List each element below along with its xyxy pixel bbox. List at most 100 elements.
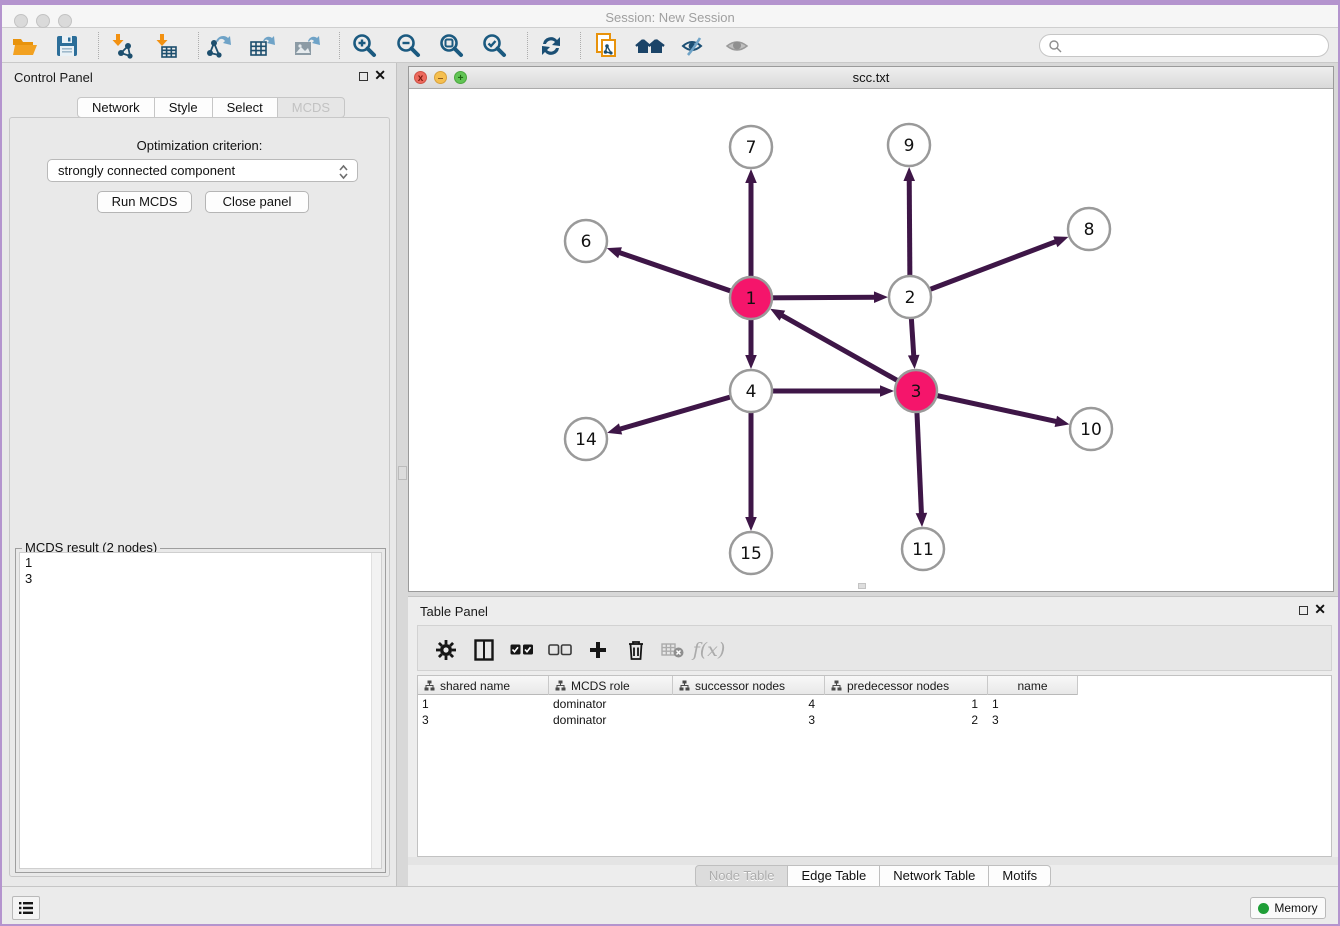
column-header-name[interactable]: name <box>988 676 1078 695</box>
chevron-updown-icon <box>338 163 349 187</box>
hide-selected-button[interactable] <box>675 31 713 61</box>
zoom-out-icon <box>395 33 421 59</box>
zoom-fit-icon <box>438 33 464 59</box>
column-type-icon <box>679 680 690 691</box>
function-builder-button-disabled: f(x) <box>694 637 724 663</box>
canvas-resize-pip[interactable] <box>858 583 866 589</box>
clone-network-icon <box>594 32 620 60</box>
tab-style[interactable]: Style <box>155 97 213 118</box>
add-column-button[interactable] <box>583 637 613 663</box>
list-icon <box>18 901 34 915</box>
edge-2-8[interactable] <box>910 241 1057 297</box>
export-image-button[interactable] <box>288 31 326 61</box>
edge-3-1[interactable] <box>781 315 916 391</box>
column-header-predecessor-nodes[interactable]: predecessor nodes <box>825 676 988 695</box>
import-table-button[interactable] <box>147 31 185 61</box>
close-panel-icon[interactable]: ✕ <box>1314 601 1326 618</box>
refresh-styles-button[interactable] <box>532 31 570 61</box>
main-toolbar <box>2 28 1338 63</box>
float-panel-icon[interactable] <box>1299 606 1308 615</box>
split-columns-icon <box>474 639 494 661</box>
gear-icon <box>436 640 456 660</box>
mcds-result-text[interactable]: 13 <box>19 552 382 869</box>
open-session-button[interactable] <box>6 31 44 61</box>
window-title: Session: New Session <box>2 10 1338 25</box>
memory-label: Memory <box>1274 901 1317 915</box>
zoom-selected-button[interactable] <box>475 31 513 61</box>
network-canvas[interactable]: 1234678910111415 <box>409 89 1333 591</box>
criterion-select[interactable]: strongly connected component <box>47 159 358 182</box>
run-mcds-button[interactable]: Run MCDS <box>97 191 192 213</box>
import-table-icon <box>153 33 179 59</box>
cell-shared-name: 3 <box>418 712 549 728</box>
import-network-button[interactable] <box>103 31 141 61</box>
column-header-MCDS-role[interactable]: MCDS role <box>549 676 673 695</box>
column-type-icon <box>555 680 566 691</box>
refresh-icon <box>538 33 564 59</box>
tab-mcds[interactable]: MCDS <box>278 97 345 118</box>
float-panel-icon[interactable] <box>359 72 368 81</box>
table-body: 1dominator4113dominator323 <box>418 696 1331 728</box>
delete-column-button[interactable] <box>621 637 651 663</box>
column-header-shared-name[interactable]: shared name <box>418 676 549 695</box>
export-network-button[interactable] <box>201 31 239 61</box>
zoom-out-button[interactable] <box>389 31 427 61</box>
zoom-fit-button[interactable] <box>432 31 470 61</box>
column-header-label: predecessor nodes <box>847 679 949 693</box>
column-type-icon <box>424 680 435 691</box>
column-panel-button[interactable] <box>469 637 499 663</box>
table-row[interactable]: 1dominator411 <box>418 696 1331 712</box>
tab-network[interactable]: Network <box>77 97 155 118</box>
workspace: Control Panel ✕ NetworkStyleSelectMCDS O… <box>2 63 1338 886</box>
close-panel-button[interactable]: Close panel <box>205 191 309 213</box>
arrowhead-icon <box>874 291 888 303</box>
control-panel-title: Control Panel <box>14 70 93 85</box>
unchecked-boxes-icon <box>548 644 572 656</box>
arrowhead-icon <box>903 167 915 181</box>
clone-network-button[interactable] <box>588 31 626 61</box>
cell-MCDS-role: dominator <box>549 712 673 728</box>
save-session-button[interactable] <box>48 31 86 61</box>
cell-predecessor-nodes: 1 <box>825 696 988 712</box>
node-label-15: 15 <box>740 544 762 564</box>
cell-name: 1 <box>988 696 1078 712</box>
cell-name: 3 <box>988 712 1078 728</box>
task-history-button[interactable] <box>12 896 40 920</box>
close-panel-icon[interactable]: ✕ <box>374 67 386 84</box>
arrowhead-icon <box>745 355 757 369</box>
column-header-label: shared name <box>440 679 510 693</box>
network-view-window: x – + scc.txt 1234678910111415 <box>408 66 1334 592</box>
panel-splitter-handle[interactable] <box>398 466 407 480</box>
export-image-icon <box>293 33 321 59</box>
tab-network-table[interactable]: Network Table <box>880 865 989 887</box>
mcds-result-scrollbar[interactable] <box>371 553 381 868</box>
tab-select[interactable]: Select <box>213 97 278 118</box>
search-input[interactable] <box>1062 39 1328 53</box>
tab-motifs[interactable]: Motifs <box>989 865 1051 887</box>
show-hidden-button[interactable] <box>719 31 757 61</box>
network-graph-svg: 1234678910111415 <box>409 89 1333 591</box>
tab-edge-table[interactable]: Edge Table <box>788 865 880 887</box>
show-all-button[interactable] <box>631 31 669 61</box>
zoom-in-button[interactable] <box>345 31 383 61</box>
table-row[interactable]: 3dominator323 <box>418 712 1331 728</box>
control-panel-header: Control Panel ✕ <box>2 63 396 90</box>
app-titlebar: Session: New Session <box>2 5 1338 28</box>
table-settings-button[interactable] <box>431 637 461 663</box>
node-label-8: 8 <box>1084 220 1095 240</box>
export-table-button[interactable] <box>244 31 282 61</box>
toolbar-separator <box>580 32 581 59</box>
delete-table-button-disabled <box>658 637 688 663</box>
export-network-icon <box>206 33 234 59</box>
node-table: shared name MCDS rolesuccessor nodes prede… <box>417 675 1332 857</box>
memory-status-dot <box>1258 903 1269 914</box>
select-all-rows-button[interactable] <box>507 637 537 663</box>
network-window-title: scc.txt <box>409 70 1333 85</box>
search-box[interactable] <box>1039 34 1329 57</box>
column-header-successor-nodes[interactable]: successor nodes <box>673 676 825 695</box>
deselect-all-rows-button[interactable] <box>545 637 575 663</box>
open-folder-icon <box>11 34 39 58</box>
memory-button[interactable]: Memory <box>1250 897 1326 919</box>
tab-node-table[interactable]: Node Table <box>695 865 789 887</box>
node-label-10: 10 <box>1080 420 1102 440</box>
